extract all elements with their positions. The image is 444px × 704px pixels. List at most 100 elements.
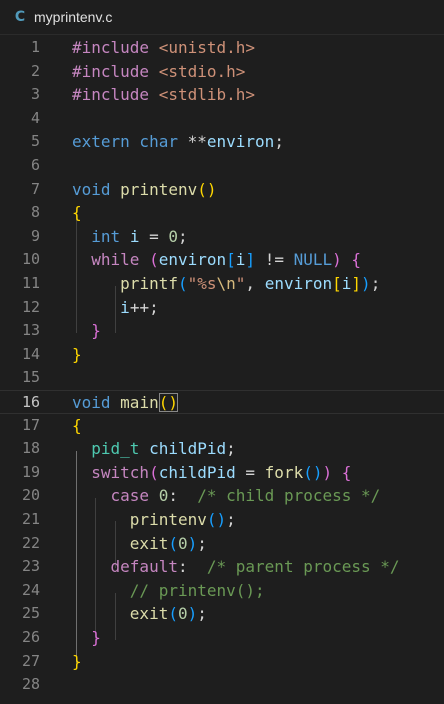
code-token: } [91,321,101,341]
code-token: /* parent process */ [206,557,400,577]
line-number: 20 [21,486,40,505]
line-number: 1 [30,38,40,56]
code-token: [ [226,250,236,270]
code-line[interactable]: 14} [0,343,444,367]
code-token: } [72,344,82,364]
line-number: 19 [21,462,40,481]
code-line[interactable]: 15 [0,366,444,390]
code-line[interactable]: 2 #include <stdio.h> [0,60,444,84]
code-token: // printenv(); [129,580,265,600]
code-token: void [72,393,111,412]
line-number: 22 [21,533,40,552]
code-line[interactable]: 17 { [0,414,444,438]
code-token: ( [149,462,159,482]
code-token: \n [216,274,236,293]
code-token: environ [206,132,275,152]
code-text: void printenv() [72,178,217,202]
code-line[interactable]: 26 } [0,626,444,650]
line-number: 28 [21,675,40,694]
code-line[interactable]: 13 } [0,319,444,343]
code-token: } [72,651,82,671]
code-token: = [139,226,169,246]
code-token: 0 [177,604,188,624]
code-line[interactable]: 27} [0,650,444,674]
code-line[interactable]: 23 default: /* parent process */ [0,555,444,579]
code-line[interactable]: 5 extern char **environ; [0,130,444,154]
code-line[interactable]: 22 exit(0); [0,532,444,556]
code-line[interactable]: 21 printenv(); [0,508,444,532]
code-text: pid_t childPid; [72,437,236,461]
code-token: [ [332,274,342,293]
code-token: 0 [177,533,188,553]
code-text: { [72,414,82,438]
code-line[interactable]: 1 #include <unistd.h> [0,36,444,60]
code-text: #include <stdio.h> [72,60,245,84]
code-token: ) [332,250,342,270]
code-token: /* child process */ [197,486,381,506]
code-line[interactable]: 19 switch(childPid = fork()) { [0,461,444,485]
code-token: ( [149,250,159,270]
code-text: #include <stdlib.h> [72,83,255,107]
code-line[interactable]: 12 i++; [0,296,444,320]
code-line[interactable]: 7 void printenv() [0,178,444,202]
code-token: extern [72,132,130,152]
code-line[interactable]: 6 [0,154,444,178]
code-token: ++; [129,297,159,317]
code-text: default: /* parent process */ [72,555,400,579]
code-token: #include [72,38,150,57]
code-text: { [72,201,82,225]
editor-tab-bar: C myprintenv.c [0,0,444,35]
code-line[interactable]: 8{ [0,201,444,225]
code-text: } [72,319,101,343]
line-number: 10 [21,250,40,269]
line-number: 7 [30,179,40,198]
code-text: case 0: /* child process */ [72,484,381,508]
code-line[interactable]: 11 printf("%s\n", environ[i]); [0,272,444,296]
code-token: = [235,462,265,482]
code-line[interactable]: 25 exit(0); [0,602,444,626]
code-line[interactable]: 18 pid_t childPid; [0,437,444,461]
code-token: ( [177,274,188,293]
code-line[interactable]: 16 void main() [0,390,444,414]
code-token: " [235,274,246,293]
code-text: } [72,650,82,674]
code-line[interactable]: 24 // printenv(); [0,579,444,603]
code-token: childPid [158,462,236,482]
code-token: : [168,486,198,506]
code-line[interactable]: 4 [0,107,444,131]
file-tab[interactable]: C myprintenv.c [0,0,150,34]
code-line[interactable]: 28 [0,673,444,697]
code-line[interactable]: 3 #include <stdlib.h> [0,83,444,107]
code-line[interactable]: 10 while (environ[i] != NULL) { [0,248,444,272]
code-token: ) [322,462,333,482]
code-token: <stdlib.h> [149,85,256,105]
file-tab-label: myprintenv.c [34,9,113,25]
code-editor[interactable]: 1 #include <unistd.h> 2 #include <stdio.h> 3… [0,36,444,704]
code-line[interactable]: 20 case 0: /* child process */ [0,484,444,508]
code-line[interactable]: 9 int i = 0; [0,225,444,249]
line-number: 25 [21,604,40,623]
line-number: 11 [21,274,40,292]
code-text: exit(0); [72,532,207,556]
code-token: pid_t [91,439,140,459]
code-token: i [341,274,352,293]
line-number: 26 [21,628,40,646]
code-token: { [72,415,82,435]
code-text: // printenv(); [72,579,265,603]
code-text: printf("%s\n", environ[i]); [72,272,380,296]
code-token: childPid [149,439,227,459]
